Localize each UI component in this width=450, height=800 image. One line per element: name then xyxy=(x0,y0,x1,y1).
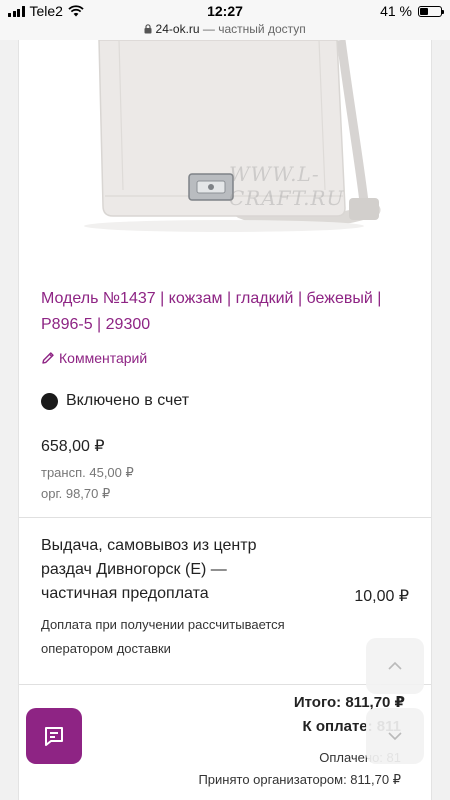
transport-fee: трансп. 45,00 ₽ xyxy=(41,465,134,480)
lock-icon xyxy=(144,24,152,34)
delivery-note: Доплата при получении рассчитывается опе… xyxy=(41,617,285,656)
url-host: 24-ok.ru xyxy=(155,22,200,36)
status-bar: Tele2 12:27 41 % xyxy=(0,0,450,22)
divider xyxy=(19,517,431,518)
pencil-icon xyxy=(42,352,54,364)
item-price: 658,00 ₽ xyxy=(41,438,105,455)
watermark: WWW.L-CRAFT.RU xyxy=(229,162,345,210)
delivery-description: Выдача, самовывоз из центр раздач Дивног… xyxy=(41,537,257,602)
chevron-down-icon xyxy=(388,732,402,741)
battery-icon xyxy=(418,5,444,17)
product-image[interactable]: WWW.L-CRAFT.RU xyxy=(19,40,431,285)
status-right: 41 % xyxy=(380,3,444,19)
delivery-price: 10,00 ₽ xyxy=(354,588,409,605)
amount-accepted: Принято организатором: 811,70 ₽ xyxy=(198,772,401,787)
url-bar[interactable]: 24-ok.ru — частный доступ xyxy=(0,22,450,40)
chevron-up-icon xyxy=(388,661,402,670)
comment-label: Комментарий xyxy=(59,350,148,366)
chat-button[interactable] xyxy=(26,708,82,764)
org-fee: орг. 98,70 ₽ xyxy=(41,486,111,501)
url-privacy-note: — частный доступ xyxy=(202,22,306,36)
scroll-up-button[interactable] xyxy=(366,638,424,694)
comment-link[interactable]: Комментарий xyxy=(41,350,147,366)
battery-percent: 41 % xyxy=(380,3,412,19)
status-dot-icon xyxy=(41,392,58,410)
included-status: Включено в счет xyxy=(41,392,189,410)
product-title[interactable]: Модель №1437 | кожзам | гладкий | бежевы… xyxy=(41,286,391,338)
included-label: Включено в счет xyxy=(66,392,190,409)
chat-icon xyxy=(45,727,63,746)
scroll-down-button[interactable] xyxy=(366,708,424,764)
